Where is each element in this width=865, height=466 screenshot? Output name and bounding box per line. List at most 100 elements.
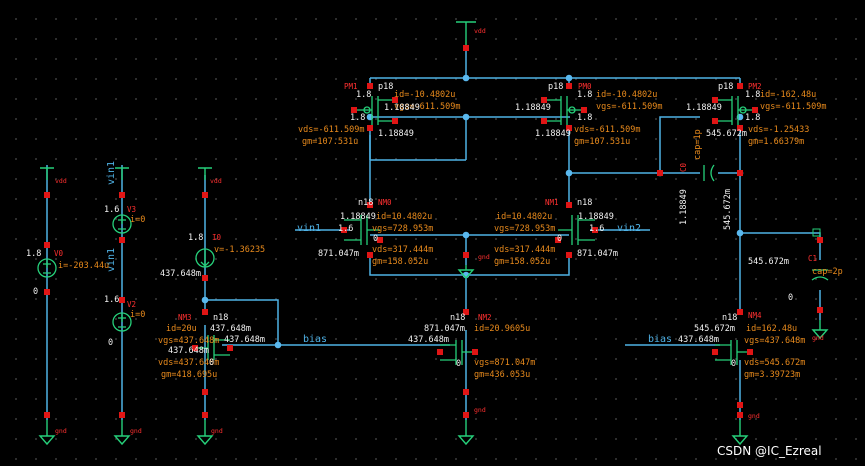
- net-label-vin1-top: vin1: [106, 161, 117, 185]
- c1-bottom-node: 0: [788, 293, 793, 303]
- nm2-node-drain: 871.047m: [424, 324, 465, 334]
- vdd-arrows: [40, 21, 476, 180]
- pin-46: [737, 412, 743, 418]
- c1-name: C1: [808, 254, 817, 263]
- pin-26: [437, 349, 443, 355]
- nm2-vgs: vgs=871.047m: [474, 358, 535, 368]
- nm1-node-source: 871.047m: [577, 249, 618, 259]
- pin-38: [119, 192, 125, 198]
- c0-right-node: 545.672m: [723, 189, 733, 230]
- net-label-vdd-v0: vdd: [55, 177, 67, 185]
- pin-27: [472, 349, 478, 355]
- pm0-vgs: vgs=-611.509m: [596, 102, 663, 112]
- c0-name: C0: [679, 162, 688, 172]
- junction-dots: [201, 74, 744, 349]
- pin-3: [737, 83, 743, 89]
- pin-19: [566, 252, 572, 258]
- pin-11: [392, 118, 398, 124]
- nm2-type: n18: [450, 313, 465, 323]
- pm0-node-drain: 1.18849: [535, 129, 571, 139]
- net-label-bias: bias: [303, 334, 327, 345]
- nm2-gm: gm=436.053u: [474, 370, 530, 380]
- nm3-node-g2: 437.648m: [168, 346, 209, 356]
- pin-35: [747, 349, 753, 355]
- ground-symbols: [38, 265, 829, 446]
- pin-29: [202, 389, 208, 395]
- pin-39: [119, 237, 125, 243]
- nm3-gm: gm=418.695u: [161, 370, 217, 380]
- v2-bottom-node: 0: [108, 338, 113, 348]
- i0-bottom-node: 437.648m: [160, 269, 201, 279]
- pin-36: [44, 192, 50, 198]
- nm0-node-body: 0: [373, 234, 378, 244]
- nm1-id: id=10.4802u: [496, 212, 552, 222]
- nm1-node-drain: 1.18849: [578, 212, 614, 222]
- net-label-gnd-i0: gnd: [211, 427, 223, 435]
- pm2-type: p18: [718, 82, 733, 92]
- pin-25: [463, 389, 469, 395]
- nm0-id: id=10.4802u: [376, 212, 432, 222]
- pm2-node-source: 1.8: [745, 90, 760, 100]
- pm1-id: id=-10.4802u: [394, 90, 455, 100]
- pin-40: [119, 297, 125, 303]
- pin-33: [737, 402, 743, 408]
- nm3-vgs: vgs=437.648m: [158, 336, 219, 346]
- pin-15: [712, 118, 718, 124]
- net-label-gnd-v0: gnd: [55, 427, 67, 435]
- net-label-gnd-c1: gnd: [812, 334, 824, 342]
- pin-47: [817, 237, 823, 243]
- nm3-node-drain: 437.648m: [210, 324, 251, 334]
- v0-name: V0: [54, 249, 64, 258]
- pm1-node-body: 1.8: [350, 113, 365, 123]
- pm0-type: p18: [548, 82, 563, 92]
- c1-value: cap=2p: [812, 267, 843, 277]
- pm0-id: id=-10.4802u: [596, 90, 657, 100]
- nm4-node-drain: 545.672m: [694, 324, 735, 334]
- pm1-type: p18: [378, 82, 393, 92]
- capacitor-c0[interactable]: [703, 164, 715, 182]
- net-label-vin2: vin2: [617, 223, 641, 234]
- pm0-node-source: 1.8: [577, 90, 592, 100]
- nm1-node-gate: 1.6: [589, 224, 604, 234]
- pm1-node-source: 1.8: [356, 90, 371, 100]
- v0-bottom-node: 0: [33, 287, 38, 297]
- nm4-type: n18: [722, 313, 737, 323]
- pin-45: [463, 412, 469, 418]
- net-label-vdd-i0: vdd: [210, 177, 222, 185]
- pm1-node-gate: 1.18849: [384, 103, 420, 113]
- pm0-gm: gm=107.531u: [574, 137, 630, 147]
- nm4-id: id=162.48u: [746, 324, 797, 334]
- pin-43: [202, 275, 208, 281]
- nm0-vgs: vgs=728.953m: [372, 224, 433, 234]
- nm4-node-gate: 437.648m: [678, 335, 719, 345]
- schematic-svg[interactable]: vdd vdd vdd gnd gnd gnd gnd gnd gnd gnd …: [0, 0, 865, 466]
- schematic-canvas[interactable]: vdd vdd vdd gnd gnd gnd gnd gnd gnd gnd …: [0, 0, 865, 466]
- pm2-vgs: vgs=-611.509m: [760, 102, 827, 112]
- nm2-name: NM2: [478, 313, 492, 322]
- nm3-id: id=20u: [166, 324, 197, 334]
- nm0-node-gate: 1.6: [338, 224, 353, 234]
- nm1-gm: gm=158.052u: [494, 257, 550, 267]
- v2-top-node: 1.6: [104, 295, 119, 305]
- net-label-gnd-nm2: gnd: [474, 406, 486, 414]
- nm1-vds: vds=317.444m: [494, 245, 555, 255]
- isource-i0[interactable]: [195, 248, 215, 268]
- pin-4: [367, 125, 373, 131]
- v0-top-node: 1.8: [26, 249, 41, 259]
- nm0-name: NM0: [378, 198, 392, 207]
- nm1-vgs: vgs=728.953m: [494, 224, 555, 234]
- pin-0: [463, 45, 469, 51]
- pm2-id: id=-162.48u: [760, 90, 816, 100]
- net-label-gnd-v2: gnd: [130, 427, 142, 435]
- nm2-node-source: 0: [456, 359, 461, 369]
- pin-51: [657, 170, 663, 176]
- pin-32: [737, 309, 743, 315]
- nm0-type: n18: [358, 198, 373, 208]
- net-label-gnd-nm4: gnd: [748, 412, 760, 420]
- pm2-gm: gm=1.66379m: [748, 137, 804, 147]
- pin-52: [737, 170, 743, 176]
- net-label-vin1: vin1: [297, 223, 321, 234]
- nm3-name: NM3: [178, 313, 192, 322]
- pin-13: [541, 118, 547, 124]
- nm1-type: n18: [577, 198, 592, 208]
